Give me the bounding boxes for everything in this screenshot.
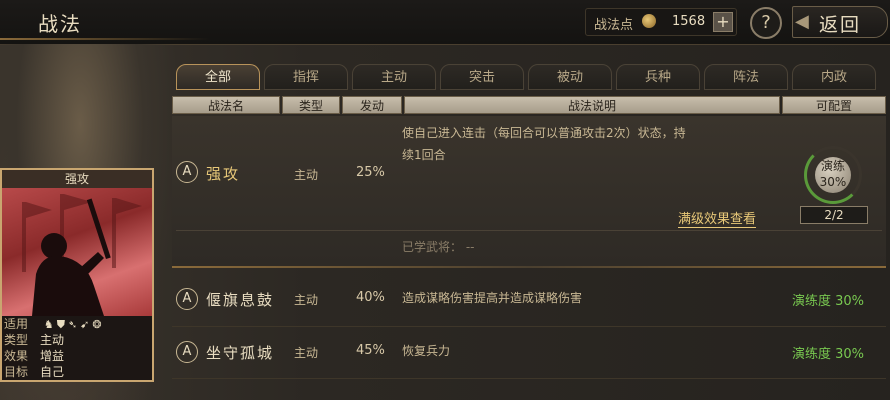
practice-count: 2/2	[800, 206, 868, 224]
shield-icon: ⛊	[56, 318, 68, 331]
horse-icon: ♞	[43, 318, 57, 331]
card-row-target: 目标 自己	[4, 365, 65, 379]
grade-badge: A	[176, 288, 198, 310]
column-name: 战法名	[172, 96, 280, 114]
tactic-name: 坐守孤城	[206, 344, 275, 362]
tactic-rate: 25%	[356, 165, 385, 180]
tactic-rate: 45%	[356, 343, 385, 358]
tactic-name: 偃旗息鼓	[206, 291, 275, 309]
tactic-description: 恢复兵力	[402, 344, 451, 358]
row-divider	[172, 266, 886, 268]
grade-badge: A	[176, 161, 198, 183]
tactic-description: 造成谋略伤害提高并造成谋略伤害	[402, 291, 583, 305]
learned-generals: 已学武将： --	[402, 240, 475, 254]
max-level-effect-link[interactable]: 满级效果查看	[678, 208, 757, 228]
card-row-effect: 效果 增益	[4, 349, 65, 363]
column-type: 类型	[282, 96, 340, 114]
table-row-expanded[interactable]: A 强攻 主动 25% 使自己进入连击（每回合可以普通攻击2次）状态，持 续1回…	[172, 116, 886, 266]
back-arrow-icon: ◀	[795, 11, 809, 32]
tab-command[interactable]: 指挥	[264, 64, 348, 90]
tab-internal[interactable]: 内政	[792, 64, 876, 90]
divider	[176, 230, 882, 231]
title-ornament	[0, 38, 210, 40]
card-row-applicable: 适用 ♞⛊➴➹❂	[4, 317, 105, 333]
tab-assault[interactable]: 突击	[440, 64, 524, 90]
add-points-button[interactable]: +	[713, 12, 733, 32]
tactic-type: 主动	[294, 346, 319, 360]
wheel-icon: ❂	[92, 318, 105, 331]
tab-passive[interactable]: 被动	[528, 64, 612, 90]
card-info: 适用 ♞⛊➴➹❂ 类型 主动 效果 增益 目标 自己	[2, 316, 152, 380]
category-tabs: 全部 指挥 主动 突击 被动 兵种 阵法 内政	[176, 64, 886, 90]
points-label: 战法点	[594, 18, 634, 33]
card-row-type: 类型 主动	[4, 333, 65, 347]
tactic-points-display: 战法点 1568 +	[585, 8, 737, 36]
tactic-name: 强攻	[206, 165, 241, 183]
table-row[interactable]: A 偃旗息鼓 主动 40% 造成谋略伤害提高并造成谋略伤害 演练度 30%	[172, 270, 886, 326]
tactic-description-line-1: 使自己进入连击（每回合可以普通攻击2次）状态，持	[402, 126, 686, 140]
row-divider	[172, 378, 886, 379]
table-row[interactable]: A 坐守孤城 主动 45% 恢复兵力 演练度 30%	[172, 326, 886, 376]
back-label: 返回	[819, 14, 862, 36]
tactic-card: 强攻 适用 ♞⛊➴➹❂ 类型 主动 效果 增益 目标 自己	[0, 168, 154, 382]
tactic-description-line-2: 续1回合	[402, 148, 446, 162]
column-description: 战法说明	[404, 96, 780, 114]
help-button[interactable]: ?	[750, 7, 782, 39]
grade-badge: A	[176, 341, 198, 363]
tab-troop[interactable]: 兵种	[616, 64, 700, 90]
practice-orb-label: 演练 30%	[819, 159, 847, 189]
bow-icon: ➴	[67, 318, 81, 331]
column-rate: 发动	[342, 96, 402, 114]
tactic-type: 主动	[294, 293, 319, 307]
back-button[interactable]: ◀ 返回	[792, 6, 888, 38]
table-header: 战法名 类型 发动 战法说明 可配置	[172, 96, 886, 114]
tab-formation[interactable]: 阵法	[704, 64, 788, 90]
column-configurable: 可配置	[782, 96, 886, 114]
card-title: 强攻	[2, 170, 152, 188]
unit-icons: ♞⛊➴➹❂	[44, 317, 105, 333]
tab-active[interactable]: 主动	[352, 64, 436, 90]
tab-all[interactable]: 全部	[176, 64, 260, 90]
coin-icon	[642, 14, 656, 28]
tactic-rate: 40%	[356, 290, 385, 305]
practice-progress: 演练度 30%	[792, 294, 865, 309]
card-artwork	[2, 188, 152, 316]
practice-progress: 演练度 30%	[792, 347, 865, 362]
points-value: 1568	[672, 14, 706, 29]
practice-orb[interactable]: 演练 30%	[804, 146, 862, 204]
tactic-type: 主动	[294, 168, 319, 182]
top-bar: 战法 战法点 1568 + ? ◀ 返回	[0, 0, 890, 45]
page-title: 战法	[38, 12, 82, 36]
spear-icon: ➹	[80, 318, 93, 331]
